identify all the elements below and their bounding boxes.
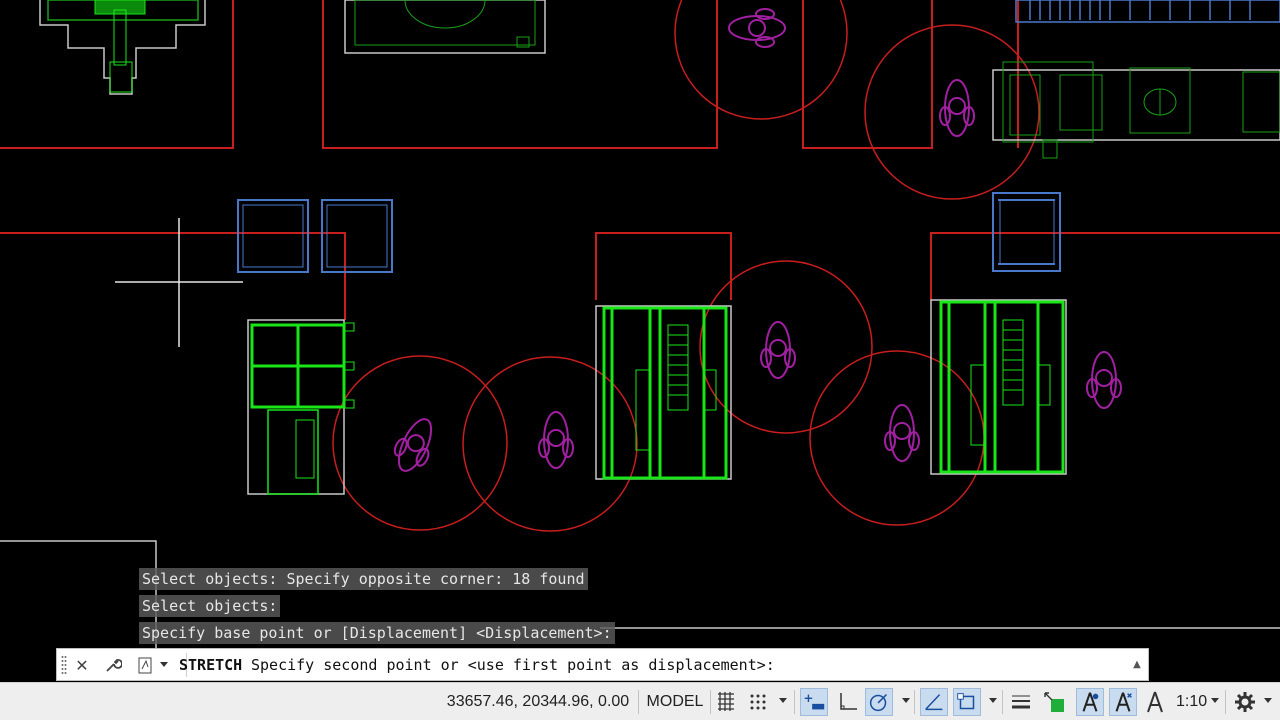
osnap-dropdown-caret[interactable] bbox=[989, 698, 997, 703]
top-left-fixture bbox=[39, 0, 206, 95]
right-long-unit bbox=[992, 61, 1280, 159]
command-name: STRETCH bbox=[179, 656, 243, 674]
top-right-rack bbox=[1015, 0, 1280, 23]
command-history-line: Select objects: bbox=[139, 595, 281, 617]
separator bbox=[1002, 690, 1003, 714]
right-station bbox=[930, 299, 1067, 475]
ortho-icon[interactable] bbox=[833, 688, 861, 716]
separator bbox=[1225, 690, 1226, 714]
polar-tracking-icon[interactable] bbox=[865, 688, 893, 716]
command-history-line: Select objects: Specify opposite corner:… bbox=[139, 568, 588, 590]
customize-wrench-icon[interactable] bbox=[102, 653, 124, 677]
drag-grip-icon[interactable] bbox=[61, 655, 67, 675]
separator bbox=[794, 690, 795, 714]
command-prompt[interactable]: Specify second point or <use first point… bbox=[251, 649, 775, 682]
status-bar: 33657.46, 20344.96, 0.00 MODEL 1:10 bbox=[0, 682, 1280, 720]
snap-dropdown-caret[interactable] bbox=[779, 698, 787, 703]
top-center-unit bbox=[344, 0, 546, 54]
snap-icon[interactable] bbox=[744, 688, 772, 716]
annotation-visibility-icon[interactable] bbox=[1076, 688, 1104, 716]
people-symbols bbox=[393, 8, 1122, 472]
selection-cycling-icon[interactable] bbox=[1040, 688, 1068, 716]
history-expand-icon[interactable]: ▲ bbox=[1130, 655, 1144, 675]
model-space-button[interactable]: MODEL bbox=[640, 683, 710, 720]
lineweight-icon[interactable] bbox=[1007, 688, 1035, 716]
dynamic-input-icon[interactable] bbox=[800, 688, 828, 716]
separator bbox=[710, 690, 711, 714]
isodraft-icon[interactable] bbox=[920, 688, 948, 716]
workspace-gear-icon[interactable] bbox=[1231, 688, 1259, 716]
recent-commands-icon[interactable] bbox=[135, 653, 171, 677]
walls bbox=[0, 0, 1280, 320]
polar-dropdown-caret[interactable] bbox=[902, 698, 910, 703]
annotation-scale-value[interactable]: 1:10 bbox=[1176, 683, 1207, 720]
separator bbox=[638, 690, 639, 714]
left-station bbox=[247, 319, 355, 495]
grid-icon[interactable] bbox=[712, 688, 740, 716]
scale-dropdown-caret[interactable] bbox=[1211, 698, 1219, 703]
command-history-line: Specify base point or [Displacement] <Di… bbox=[139, 622, 615, 644]
clearance-circles bbox=[332, 0, 1040, 532]
center-station bbox=[595, 305, 732, 480]
auto-scale-icon[interactable] bbox=[1109, 688, 1137, 716]
object-snap-icon[interactable] bbox=[953, 688, 981, 716]
close-icon[interactable]: ✕ bbox=[71, 653, 93, 677]
command-line[interactable]: ✕ STRETCH Specify second point or <use f… bbox=[56, 648, 1149, 681]
separator bbox=[914, 690, 915, 714]
crosshair-cursor bbox=[115, 218, 243, 347]
workspace-dropdown-caret[interactable] bbox=[1264, 698, 1272, 703]
annotation-scale-icon[interactable] bbox=[1141, 688, 1169, 716]
coordinates-readout[interactable]: 33657.46, 20344.96, 0.00 bbox=[438, 683, 638, 720]
